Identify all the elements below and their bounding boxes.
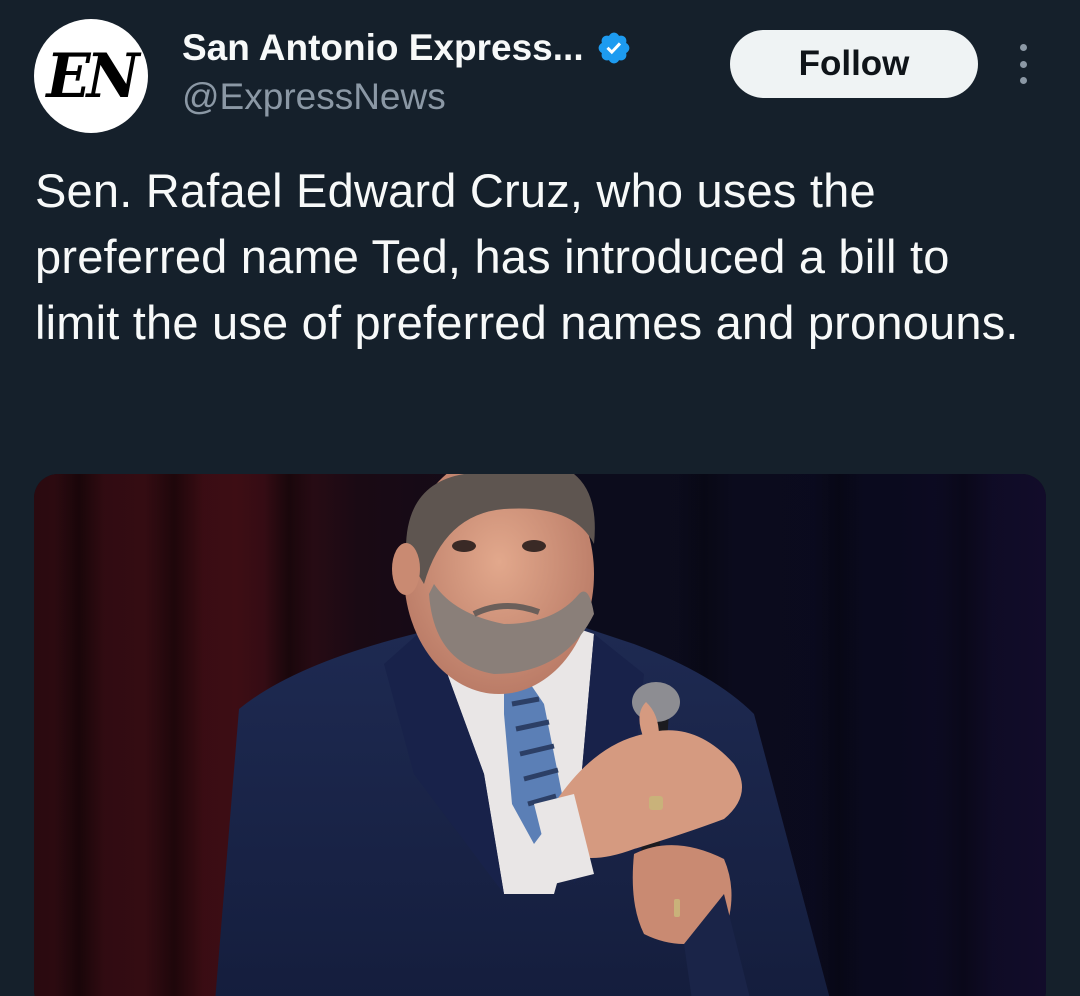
more-vertical-icon[interactable] [1006,44,1040,84]
avatar-logo-text: EN [46,40,139,112]
account-avatar[interactable]: EN [34,19,148,133]
display-name[interactable]: San Antonio Express... [182,27,584,69]
tweet-card[interactable]: EN San Antonio Express... @ExpressNews F… [0,0,1080,996]
tweet-header: EN San Antonio Express... @ExpressNews F… [0,0,1080,150]
tweet-photo[interactable] [34,474,1046,996]
more-dot [1019,77,1027,84]
more-dot [1019,60,1027,68]
account-handle[interactable]: @ExpressNews [182,76,446,118]
more-dot [1019,44,1027,51]
name-row: San Antonio Express... [182,24,632,72]
verified-badge-icon [596,30,632,66]
tweet-text: Sen. Rafael Edward Cruz, who uses the pr… [35,164,1019,349]
follow-button[interactable]: Follow [730,30,978,98]
photo-illustration [34,474,1046,996]
